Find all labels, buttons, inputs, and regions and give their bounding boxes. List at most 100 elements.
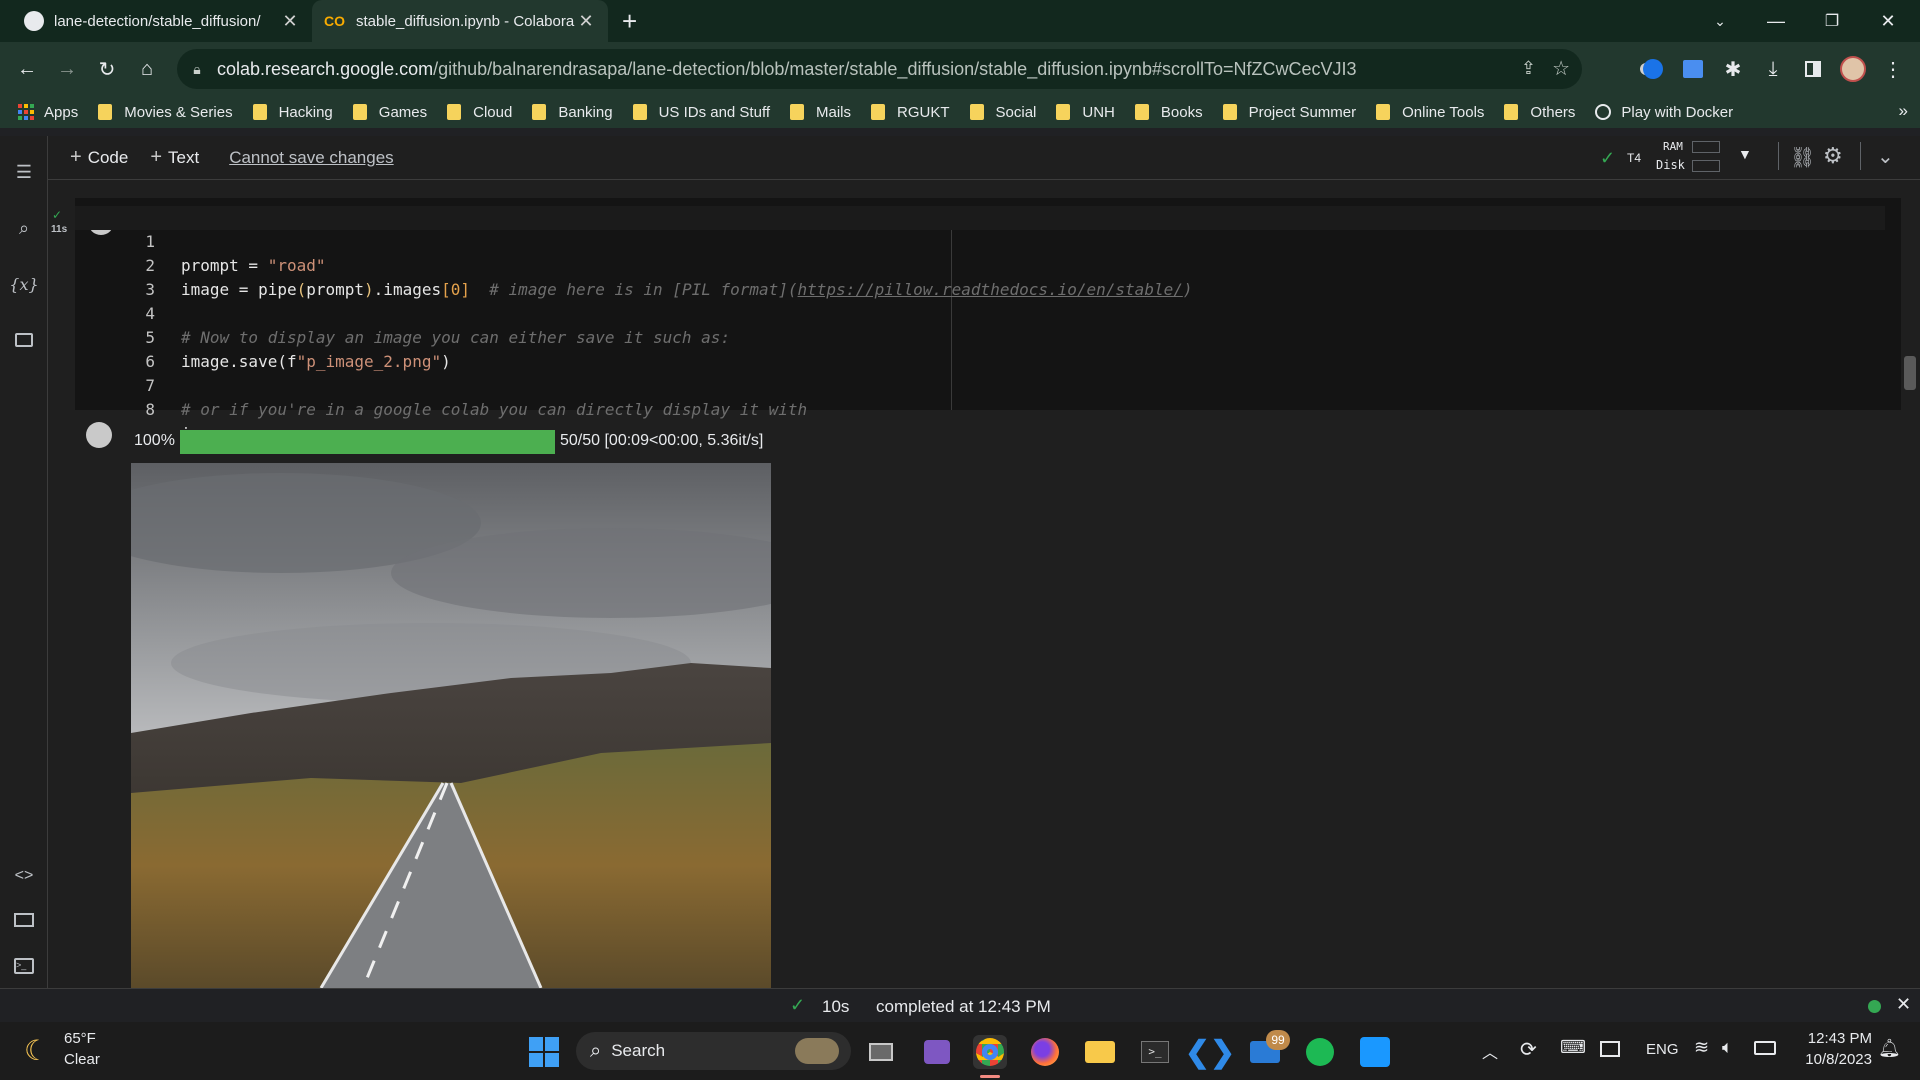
dev-home-icon[interactable]	[920, 1035, 954, 1069]
disk-meter[interactable]	[1692, 160, 1720, 172]
search-icon[interactable]: ⌕	[8, 212, 40, 244]
close-status-icon[interactable]: ✕	[1896, 994, 1911, 1015]
variables-icon[interactable]: {x}	[8, 268, 40, 300]
bookmark-star-icon[interactable]: ☆	[1552, 56, 1570, 81]
bookmark-folder[interactable]: Books	[1134, 104, 1203, 121]
disk-label: Disk	[1656, 158, 1685, 172]
code-snippets-icon[interactable]: <>	[8, 860, 40, 892]
code-line: 6	[145, 352, 155, 371]
notification-bell-icon[interactable]: 🔔︎	[1878, 1038, 1901, 1059]
new-tab-button[interactable]: +	[622, 6, 637, 37]
terminal-app-icon[interactable]: >_	[1138, 1035, 1172, 1069]
close-icon[interactable]: ✕	[280, 11, 300, 32]
colab-icon: CO	[324, 13, 345, 29]
forward-icon[interactable]: →	[50, 52, 84, 86]
progress-text: 50/50 [00:09<00:00, 5.36it/s]	[560, 432, 764, 449]
close-icon[interactable]: ✕	[576, 11, 596, 32]
output-avatar-icon[interactable]	[86, 422, 112, 448]
runtime-dropdown-icon[interactable]: ▼	[1738, 146, 1752, 162]
collapse-chevron-icon[interactable]: ⌄	[1877, 144, 1894, 169]
folder-icon	[969, 104, 984, 120]
file-explorer-icon[interactable]	[1083, 1035, 1117, 1069]
battery-icon[interactable]	[1754, 1041, 1776, 1055]
volume-icon[interactable]: 🔈︎	[1722, 1037, 1733, 1058]
download-icon[interactable]: ⤓	[1760, 56, 1786, 82]
mail-badge: 99	[1266, 1030, 1290, 1050]
chrome-icon[interactable]	[973, 1035, 1007, 1069]
link-icon[interactable]: ⛓	[1790, 145, 1815, 170]
tab-search-button[interactable]: ⌄	[1692, 0, 1748, 42]
tab-colab[interactable]: CO stable_diffusion.ipynb - Colabora ✕	[312, 0, 608, 42]
close-window-button[interactable]: ✕	[1860, 0, 1916, 42]
bookmark-folder[interactable]: RGUKT	[871, 104, 950, 121]
bookmark-folder[interactable]: Movies & Series	[98, 104, 233, 121]
firefox-icon[interactable]	[1028, 1035, 1062, 1069]
toolbar-divider	[1860, 142, 1861, 170]
bookmark-folder[interactable]: Mails	[790, 104, 851, 121]
taskbar-search-box[interactable]: ⌕ Search	[576, 1032, 851, 1070]
exec-check-icon: ✓	[52, 208, 63, 222]
tab-github[interactable]: lane-detection/stable_diffusion/ ✕	[12, 0, 312, 42]
menu-icon[interactable]: ⋮	[1880, 56, 1906, 82]
bookmarks-overflow[interactable]: »	[1899, 101, 1908, 121]
spotify-icon[interactable]	[1303, 1035, 1337, 1069]
minimize-button[interactable]: —	[1748, 0, 1804, 42]
sidepanel-icon[interactable]	[1800, 56, 1826, 82]
colab-notebook: ☰ ⌕ {x} <> >_ + Code + Text Cannot save ch…	[0, 136, 1920, 988]
restore-button[interactable]: ❐	[1804, 0, 1860, 42]
clock-date[interactable]: 10/8/2023	[1794, 1051, 1872, 1068]
settings-gear-icon[interactable]: ⚙	[1823, 143, 1843, 169]
terminal-icon[interactable]: >_	[8, 950, 40, 982]
code-line: 7 # or if you're in a google colab you c…	[145, 376, 808, 419]
table-of-contents-icon[interactable]: ☰	[8, 156, 40, 188]
bookmark-play-with-docker[interactable]: Play with Docker	[1595, 104, 1733, 121]
clock-time[interactable]: 12:43 PM	[1800, 1030, 1872, 1047]
tray-overflow-icon[interactable]: ︿	[1482, 1039, 1498, 1063]
progress-percent: 100%	[134, 432, 175, 449]
home-icon[interactable]: ⌂	[130, 52, 164, 86]
shazam-icon[interactable]	[1640, 56, 1666, 82]
files-folder-icon[interactable]	[8, 324, 40, 356]
weather-desc[interactable]: Clear	[64, 1051, 100, 1068]
code-line: 1 prompt = "road"	[75, 206, 1885, 275]
scrollbar-thumb[interactable]	[1904, 356, 1916, 390]
wifi-icon[interactable]: ≋	[1694, 1037, 1709, 1058]
command-palette-icon[interactable]	[8, 904, 40, 936]
bookmark-folder[interactable]: US IDs and Stuff	[632, 104, 770, 121]
address-bar[interactable]: 🔒︎ colab.research.google.com/github/baln…	[177, 49, 1582, 89]
translate-icon[interactable]	[1680, 56, 1706, 82]
extensions-puzzle-icon[interactable]: ✱	[1720, 56, 1746, 82]
folder-icon	[1134, 104, 1149, 120]
reload-icon[interactable]: ↻	[90, 52, 124, 86]
share-icon[interactable]: ⇪	[1521, 58, 1536, 79]
vscode-icon[interactable]: ❮❯	[1185, 1035, 1235, 1069]
profile-avatar[interactable]	[1840, 56, 1866, 82]
bookmark-folder[interactable]: Cloud	[447, 104, 512, 121]
ram-meter[interactable]	[1692, 141, 1720, 153]
prime-video-icon[interactable]	[1358, 1035, 1392, 1069]
bookmark-folder[interactable]: Games	[352, 104, 427, 121]
cannot-save-link[interactable]: Cannot save changes	[229, 148, 393, 168]
connected-check-icon: ✓	[1600, 148, 1616, 168]
bookmark-folder[interactable]: Project Summer	[1222, 104, 1356, 121]
language-indicator[interactable]: ENG	[1646, 1041, 1679, 1058]
weather-temp[interactable]: 65°F	[64, 1030, 96, 1047]
task-view-icon[interactable]	[864, 1035, 898, 1069]
display-icon[interactable]	[1600, 1041, 1620, 1057]
keyboard-icon[interactable]: ⌨	[1560, 1037, 1586, 1058]
bookmark-folder[interactable]: Hacking	[252, 104, 333, 121]
add-text-button[interactable]: + Text	[150, 146, 199, 169]
back-icon[interactable]: ←	[10, 52, 44, 86]
bookmark-folder[interactable]: Others	[1504, 104, 1575, 121]
code-cell[interactable]: ▶ 1 prompt = "road" 2 image = pipe(promp…	[75, 198, 1901, 443]
bookmark-folder[interactable]: Online Tools	[1376, 104, 1484, 121]
add-code-button[interactable]: + Code	[70, 146, 128, 169]
bookmark-folder[interactable]: UNH	[1056, 104, 1115, 121]
bookmark-apps[interactable]: Apps	[18, 104, 78, 121]
left-rail: ☰ ⌕ {x} <> >_	[0, 136, 48, 988]
sync-icon[interactable]: ⟳	[1520, 1037, 1537, 1062]
bookmark-folder[interactable]: Banking	[532, 104, 613, 121]
windows-start-icon[interactable]	[527, 1035, 561, 1069]
bookmark-folder[interactable]: Social	[969, 104, 1036, 121]
folder-icon	[447, 104, 462, 120]
